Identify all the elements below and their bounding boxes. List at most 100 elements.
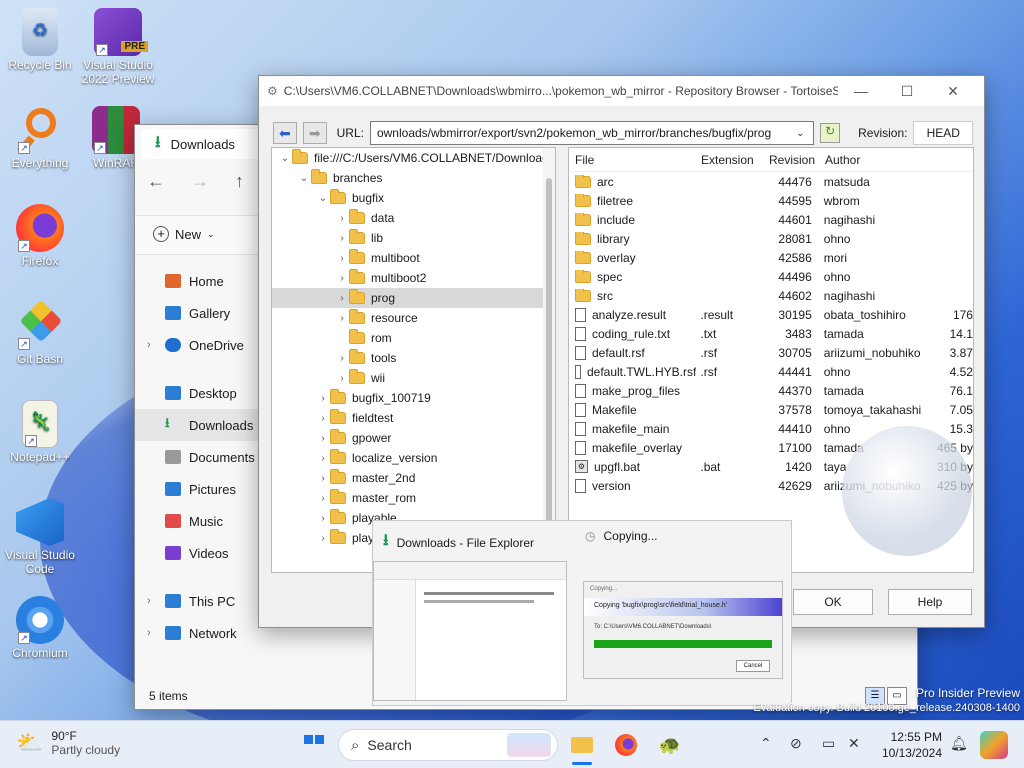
- new-button[interactable]: + New ⌄: [153, 226, 215, 242]
- desktop-icon-notepad-plus-plus[interactable]: 🦎 ↗ Notepad++: [0, 400, 80, 464]
- network-off-icon[interactable]: ⊘: [790, 735, 802, 752]
- desktop-icon-chromium[interactable]: ↗ Chromium: [0, 596, 80, 660]
- list-item[interactable]: analyze.result .result 30195 obata_toshihir…: [569, 305, 973, 324]
- desktop-icon-vscode[interactable]: Visual Studio Code: [0, 498, 80, 576]
- tree-item[interactable]: rom: [272, 328, 555, 348]
- list-item[interactable]: make_prog_files 44370 tamada 76.1: [569, 381, 973, 400]
- start-button[interactable]: [300, 731, 328, 759]
- chevron-right-icon[interactable]: ›: [335, 313, 349, 324]
- chevron-right-icon[interactable]: ›: [316, 453, 330, 464]
- chevron-right-icon[interactable]: ›: [147, 339, 151, 351]
- chevron-right-icon[interactable]: ›: [316, 493, 330, 504]
- scrollbar-thumb[interactable]: [546, 178, 552, 538]
- tree-item[interactable]: › bugfix_100719: [272, 388, 555, 408]
- list-item[interactable]: default.TWL.HYB.rsf .rsf 44441 ohno 4.52: [569, 362, 973, 381]
- chevron-down-icon[interactable]: ⌄: [791, 128, 809, 139]
- back-icon[interactable]: ←: [147, 171, 165, 192]
- column-extension[interactable]: Extension: [697, 153, 763, 167]
- desktop-icon-recycle-bin[interactable]: ♻ Recycle Bin: [0, 8, 80, 72]
- tree-item[interactable]: › master_2nd: [272, 468, 555, 488]
- tree-item[interactable]: › multiboot: [272, 248, 555, 268]
- chevron-right-icon[interactable]: ›: [335, 253, 349, 264]
- tree-scrollbar[interactable]: [543, 148, 555, 572]
- tree-item[interactable]: › lib: [272, 228, 555, 248]
- tree-item[interactable]: › localize_version: [272, 448, 555, 468]
- chevron-right-icon[interactable]: ›: [316, 513, 330, 524]
- chevron-down-icon[interactable]: ⌄: [297, 173, 311, 184]
- chevron-right-icon[interactable]: ›: [335, 213, 349, 224]
- revision-button[interactable]: HEAD: [913, 121, 973, 145]
- thumbnail-title-explorer[interactable]: ⭳ Downloads - File Explorer: [383, 529, 534, 556]
- column-file[interactable]: File: [569, 153, 697, 167]
- list-item[interactable]: coding_rule.txt .txt 3483 tamada 14.1: [569, 324, 973, 343]
- weather-widget[interactable]: ⛅ 90°F Partly cloudy: [16, 729, 120, 757]
- forward-icon[interactable]: ➡: [302, 122, 327, 144]
- list-item[interactable]: include 44601 nagihashi: [569, 210, 973, 229]
- list-item[interactable]: library 28081 ohno: [569, 229, 973, 248]
- list-item[interactable]: overlay 42586 mori: [569, 248, 973, 267]
- taskbar-file-explorer[interactable]: [568, 731, 596, 765]
- url-input[interactable]: ownloads/wbmirror/export/svn2/pokemon_wb…: [377, 126, 791, 140]
- help-button[interactable]: Help: [888, 589, 972, 615]
- url-combobox[interactable]: ownloads/wbmirror/export/svn2/pokemon_wb…: [369, 121, 815, 145]
- list-item[interactable]: filetree 44595 wbrom: [569, 191, 973, 210]
- list-item[interactable]: spec 44496 ohno: [569, 267, 973, 286]
- thumbnail-title-copying[interactable]: ◷ Copying...: [585, 529, 658, 543]
- chevron-right-icon[interactable]: ›: [335, 373, 349, 384]
- copilot-icon[interactable]: [980, 731, 1008, 759]
- list-item[interactable]: Makefile 37578 tomoya_takahashi 7.05: [569, 400, 973, 419]
- chevron-down-icon[interactable]: ⌄: [316, 193, 330, 204]
- list-item[interactable]: arc 44476 matsuda: [569, 172, 973, 191]
- close-icon[interactable]: ✕: [930, 83, 976, 100]
- taskbar-tortoisesvn[interactable]: 🐢: [656, 731, 684, 759]
- back-icon[interactable]: ⬅: [273, 122, 297, 144]
- taskbar-search[interactable]: ⌕ Search: [338, 729, 558, 761]
- list-item[interactable]: src 44602 nagihashi: [569, 286, 973, 305]
- clock[interactable]: 12:55 PM 10/13/2024: [882, 729, 942, 761]
- tree-item[interactable]: ⌄ bugfix: [272, 188, 555, 208]
- copying-thumbnail[interactable]: Copying... Copying 'bugfix\prog\src\fiel…: [583, 581, 783, 679]
- taskbar-firefox[interactable]: [612, 731, 640, 759]
- chevron-right-icon[interactable]: ›: [316, 533, 330, 544]
- cancel-button[interactable]: Cancel: [736, 660, 770, 672]
- chevron-right-icon[interactable]: ›: [316, 413, 330, 424]
- chevron-right-icon[interactable]: ›: [147, 595, 151, 607]
- tree-item[interactable]: › multiboot2: [272, 268, 555, 288]
- chevron-right-icon[interactable]: ›: [335, 353, 349, 364]
- column-revision[interactable]: Revision: [763, 153, 819, 167]
- tree-item[interactable]: › master_rom: [272, 488, 555, 508]
- tree-item[interactable]: › resource: [272, 308, 555, 328]
- forward-icon[interactable]: →: [191, 171, 209, 192]
- ok-button[interactable]: OK: [793, 589, 873, 615]
- tree-item[interactable]: ⌄ branches: [272, 168, 555, 188]
- chevron-down-icon[interactable]: ⌄: [278, 153, 292, 164]
- tree-item[interactable]: › prog: [272, 288, 555, 308]
- chevron-right-icon[interactable]: ›: [335, 273, 349, 284]
- tree-item[interactable]: › fieldtest: [272, 408, 555, 428]
- tree-item[interactable]: › wii: [272, 368, 555, 388]
- chevron-right-icon[interactable]: ›: [147, 627, 151, 639]
- chevron-right-icon[interactable]: ›: [316, 473, 330, 484]
- list-item[interactable]: default.rsf .rsf 30705 ariizumi_nobuhiko 3.8…: [569, 343, 973, 362]
- minimize-icon[interactable]: —: [838, 83, 884, 99]
- tree-item[interactable]: › data: [272, 208, 555, 228]
- tree-item[interactable]: › tools: [272, 348, 555, 368]
- up-icon[interactable]: ↑: [235, 171, 244, 192]
- desktop-icon-visual-studio-preview[interactable]: PRE ↗ Visual Studio 2022 Preview: [78, 8, 158, 86]
- column-author[interactable]: Author: [819, 153, 931, 167]
- tree-item[interactable]: ⌄ file:///C:/Users/VM6.COLLABNET/Download: [272, 148, 555, 168]
- title-bar[interactable]: ⚙ C:\Users\VM6.COLLABNET\Downloads\wbmir…: [259, 76, 984, 106]
- desktop-icon-firefox[interactable]: ↗ Firefox: [0, 204, 80, 268]
- display-icon[interactable]: ▭: [822, 735, 835, 752]
- chevron-right-icon[interactable]: ›: [316, 433, 330, 444]
- explorer-thumbnail[interactable]: [373, 561, 567, 701]
- chevron-up-icon[interactable]: ⌃: [760, 735, 772, 752]
- volume-muted-icon[interactable]: ✕: [848, 735, 860, 752]
- chevron-right-icon[interactable]: ›: [335, 233, 349, 244]
- notification-bell-icon[interactable]: 🔔︎: [950, 735, 968, 752]
- chevron-right-icon[interactable]: ›: [316, 393, 330, 404]
- repository-tree[interactable]: ⌄ file:///C:/Users/VM6.COLLABNET/Download…: [271, 147, 556, 573]
- desktop-icon-everything[interactable]: ↗ Everything: [0, 106, 80, 170]
- refresh-icon[interactable]: ↻: [820, 123, 841, 143]
- tree-item[interactable]: › gpower: [272, 428, 555, 448]
